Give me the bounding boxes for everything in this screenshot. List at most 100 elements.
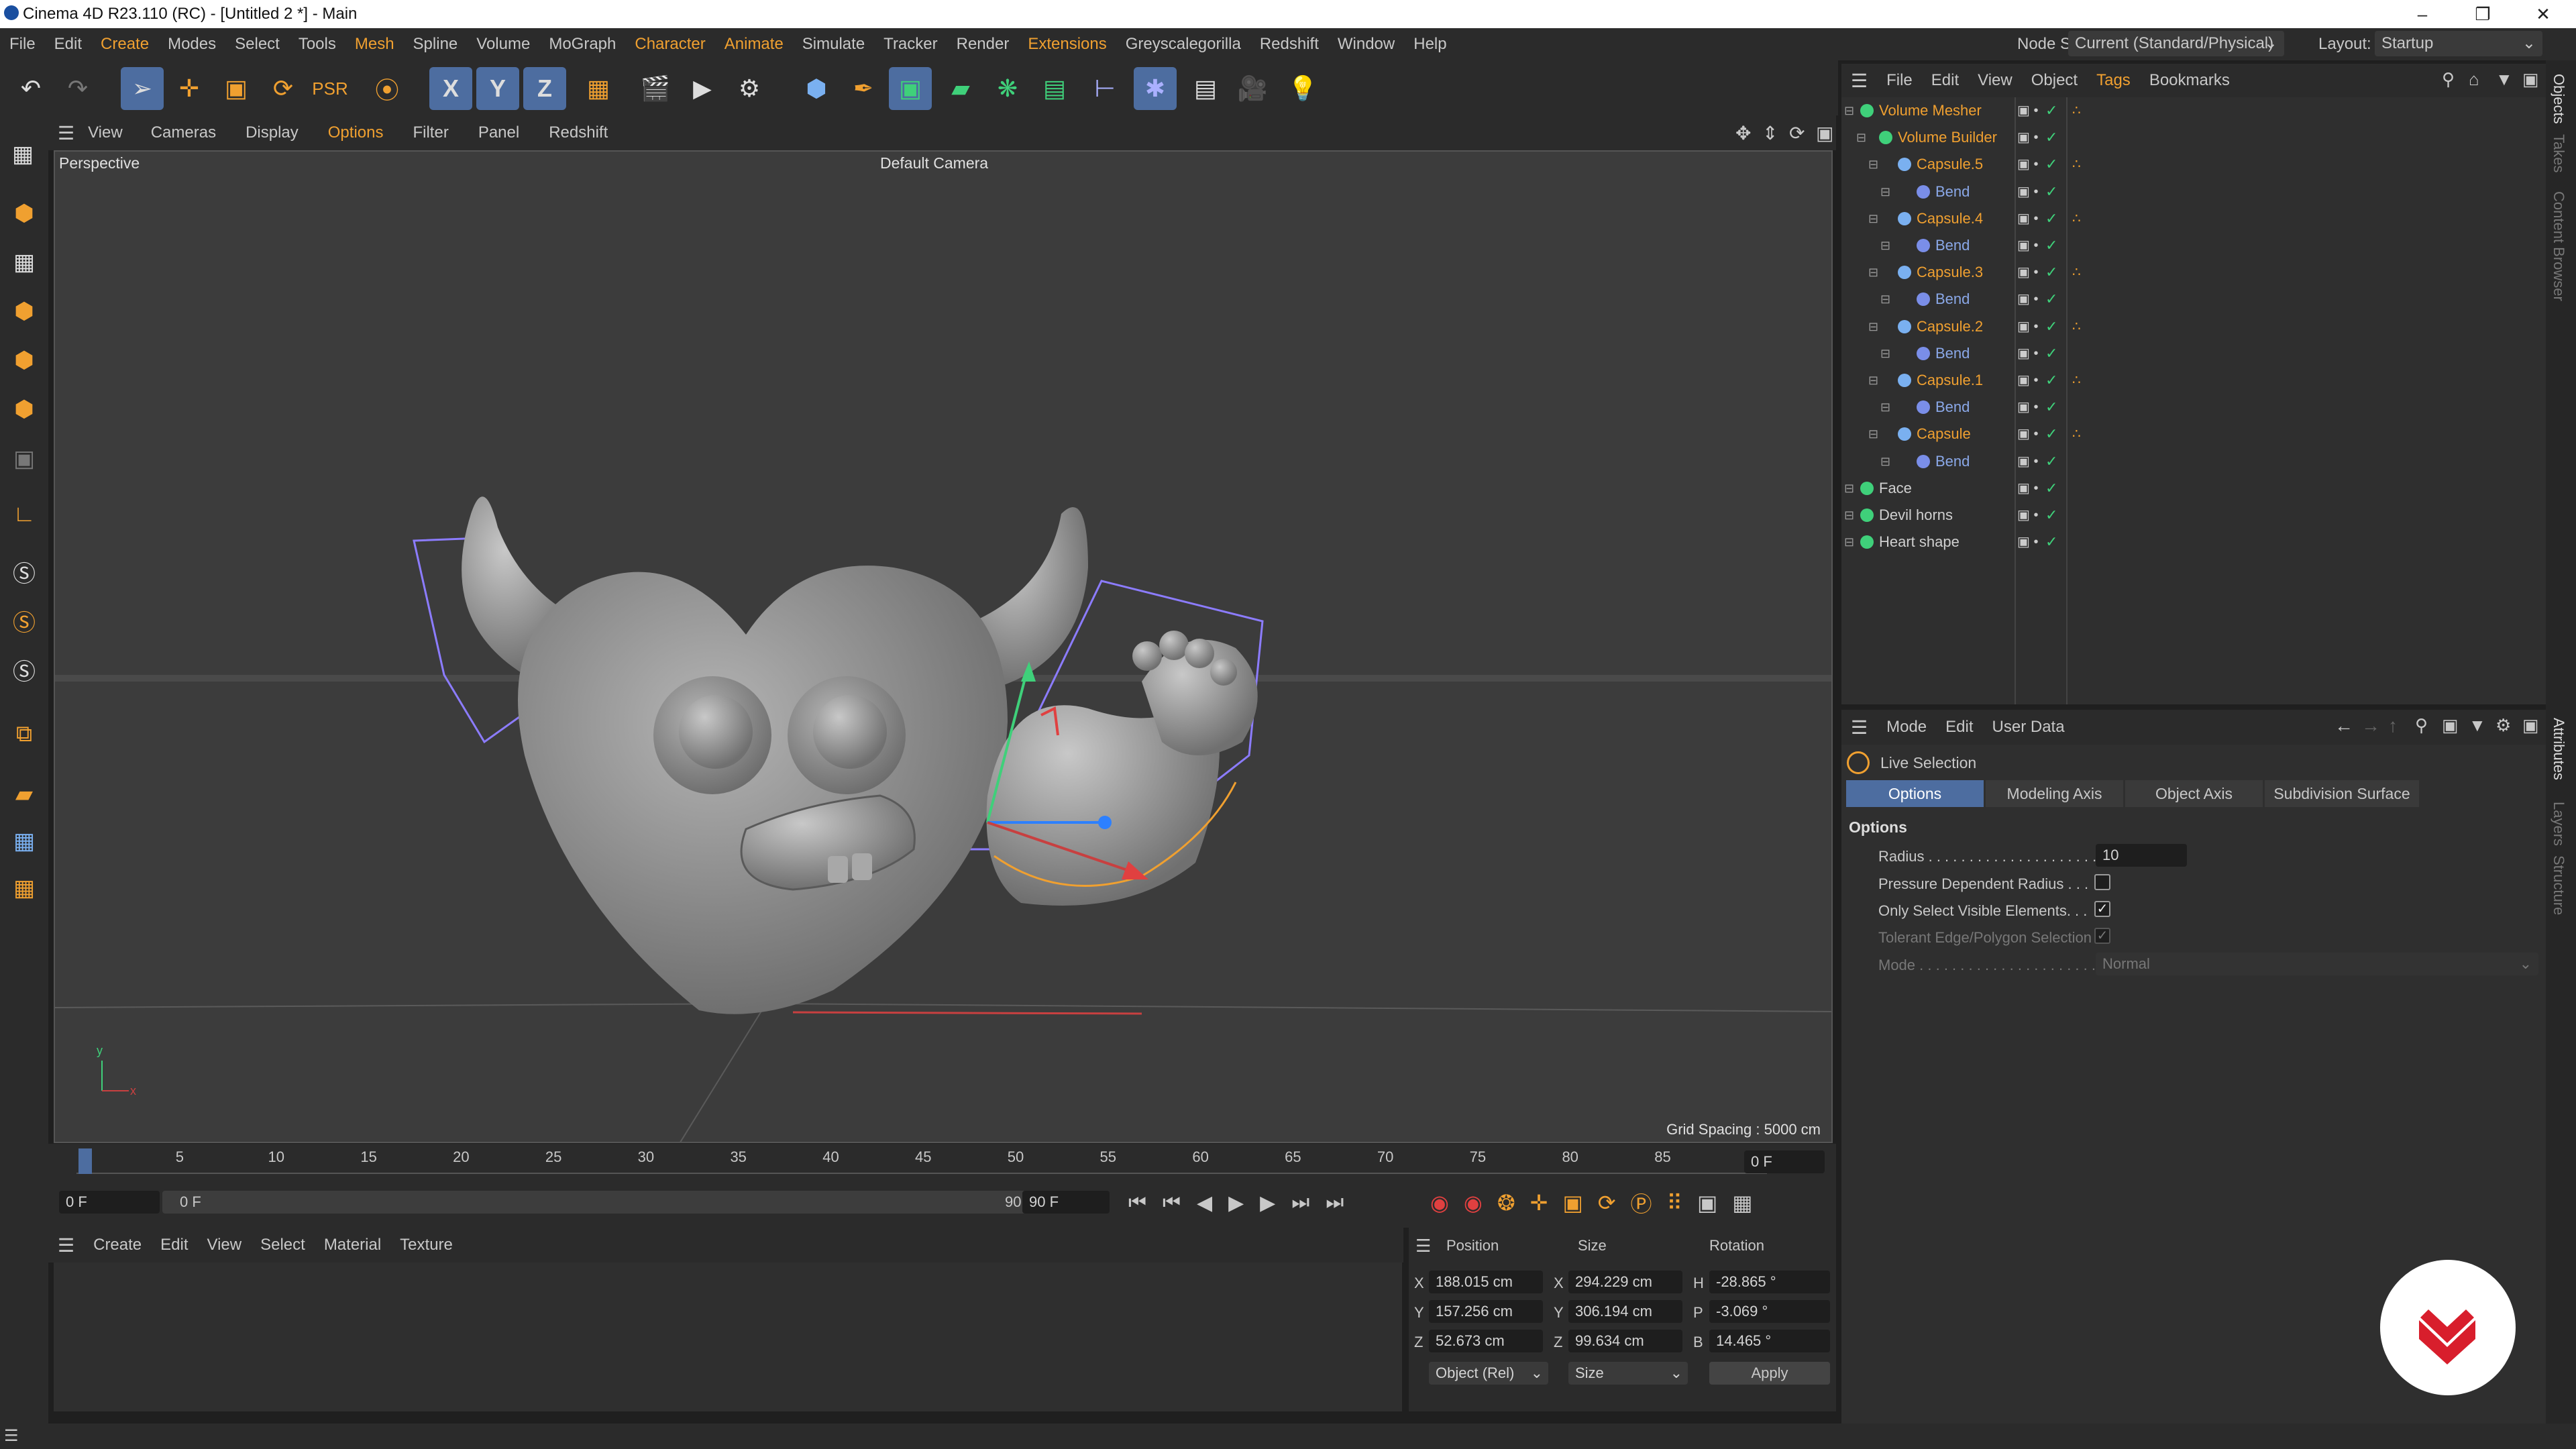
viewport-menu-filter[interactable]: Filter <box>398 115 463 150</box>
visibility-toggle-icon[interactable]: ▣ • <box>2017 232 2038 259</box>
deformer-icon[interactable]: ⊢ <box>1083 67 1126 110</box>
visibility-toggle-icon[interactable]: ▣ • <box>2017 205 2038 232</box>
side-tab-structure[interactable]: Structure <box>2550 855 2567 915</box>
snap-settings-icon[interactable]: Ⓢ <box>5 553 43 590</box>
enabled-check-icon[interactable]: ✓ <box>2045 286 2057 313</box>
settings-icon[interactable]: ⚙ <box>2496 715 2511 736</box>
side-tab-takes[interactable]: Takes <box>2550 134 2567 172</box>
filter-icon[interactable]: ▼ <box>2469 715 2486 736</box>
visibility-toggle-icon[interactable]: ▣ • <box>2017 448 2038 475</box>
visibility-toggle-icon[interactable]: ▣ • <box>2017 151 2038 178</box>
enabled-check-icon[interactable]: ✓ <box>2045 124 2057 151</box>
mograph-icon[interactable]: ▤ <box>1033 67 1076 110</box>
tab-object-axis[interactable]: Object Axis <box>2125 780 2263 807</box>
expand-toggle-icon[interactable]: ⊟ <box>1844 529 1854 555</box>
expand-toggle-icon[interactable]: ⊟ <box>1856 124 1866 151</box>
search-icon[interactable]: ⚲ <box>2415 715 2428 736</box>
visibility-toggle-icon[interactable]: ▣ • <box>2017 367 2038 394</box>
enabled-check-icon[interactable]: ✓ <box>2045 97 2057 124</box>
new-window-icon[interactable]: ▣ <box>2522 69 2539 90</box>
pan-view-icon[interactable]: ✥ <box>1735 122 1751 144</box>
move-icon[interactable]: ✛ <box>168 67 211 110</box>
attribute-menu-user-data[interactable]: User Data <box>1983 718 2074 737</box>
tab-subdivision-surface[interactable]: Subdivision Surface <box>2265 780 2419 807</box>
timeline-layout-icon[interactable]: ▦ <box>1732 1190 1752 1216</box>
key-scale-icon[interactable]: ▣ <box>1562 1190 1582 1216</box>
object-name[interactable]: Capsule.3 <box>1917 259 1983 286</box>
mode-select[interactable]: Normal ⌄ <box>2096 953 2538 975</box>
menu-file[interactable]: File <box>0 28 45 60</box>
object-row[interactable]: ⊟ Capsule ▣ • ✓ ∴ <box>1841 421 2546 447</box>
tag-icon[interactable]: ∴ <box>2072 367 2081 394</box>
object-row[interactable]: ⊟ Capsule.2 ▣ • ✓ ∴ <box>1841 313 2546 340</box>
key-position-icon[interactable]: ✛ <box>1530 1190 1548 1216</box>
previous-key-icon[interactable]: ⏮ <box>1163 1191 1181 1214</box>
go-to-end-icon[interactable]: ⏭ <box>1326 1191 1344 1214</box>
minimize-icon[interactable]: – <box>2392 0 2453 28</box>
menu-create[interactable]: Create <box>91 28 158 60</box>
3d-viewport[interactable]: Perspective Default Camera y x Grid Spac… <box>54 150 1833 1143</box>
uv-mode-icon[interactable]: ▣ <box>5 440 43 478</box>
size-y-field[interactable]: 306.194 cm <box>1568 1300 1682 1323</box>
side-tab-objects[interactable]: Objects <box>2550 74 2567 124</box>
timeline-ruler[interactable]: 051015202530354045505560657075808590 <box>76 1147 1767 1174</box>
layout-select[interactable]: Startup ⌄ <box>2375 31 2542 56</box>
object-name[interactable]: Bend <box>1935 340 1970 367</box>
menu-edit[interactable]: Edit <box>45 28 91 60</box>
expand-toggle-icon[interactable]: ⊟ <box>1880 448 1890 475</box>
object-row[interactable]: ⊟ Capsule.3 ▣ • ✓ ∴ <box>1841 259 2546 286</box>
object-name[interactable]: Devil horns <box>1879 502 1953 529</box>
snap-enable-icon[interactable]: Ⓢ <box>5 602 43 639</box>
enabled-check-icon[interactable]: ✓ <box>2045 178 2057 205</box>
visibility-toggle-icon[interactable]: ▣ • <box>2017 178 2038 205</box>
lock-icon[interactable]: ▣ <box>2442 715 2459 736</box>
enabled-check-icon[interactable]: ✓ <box>2045 367 2057 394</box>
z-axis-lock[interactable]: Z <box>523 67 566 110</box>
visibility-toggle-icon[interactable]: ▣ • <box>2017 259 2038 286</box>
menu-simulate[interactable]: Simulate <box>793 28 874 60</box>
pos-z-field[interactable]: 52.673 cm <box>1429 1330 1543 1352</box>
next-key-icon[interactable]: ⏭ <box>1291 1191 1309 1214</box>
up-arrow-icon[interactable]: ↑ <box>2388 715 2398 737</box>
home-icon[interactable]: ⌂ <box>2469 69 2479 90</box>
locked-workplane-icon[interactable]: ▦ <box>5 869 43 907</box>
keyframe-selection-icon[interactable]: ❂ <box>1497 1190 1515 1216</box>
enabled-check-icon[interactable]: ✓ <box>2045 232 2057 259</box>
start-frame-field[interactable]: 0 F <box>59 1191 160 1214</box>
object-row[interactable]: ⊟ Bend ▣ • ✓ <box>1841 178 2546 205</box>
object-name[interactable]: Face <box>1879 475 1912 502</box>
tag-icon[interactable]: ∴ <box>2072 313 2081 340</box>
rot-p-field[interactable]: -3.069 ° <box>1709 1300 1830 1323</box>
menu-tracker[interactable]: Tracker <box>874 28 947 60</box>
snap-icon[interactable]: ⦿ <box>366 67 409 110</box>
hamburger-icon[interactable]: ☰ <box>48 122 84 144</box>
object-name[interactable]: Capsule <box>1917 421 1971 447</box>
play-icon[interactable]: ▶ <box>1228 1191 1244 1215</box>
object-name[interactable]: Volume Mesher <box>1879 97 1982 124</box>
expand-toggle-icon[interactable]: ⊟ <box>1844 475 1854 502</box>
current-frame-field[interactable]: 0 F <box>1744 1150 1825 1173</box>
pressure-radius-checkbox[interactable] <box>2094 874 2110 890</box>
enabled-check-icon[interactable]: ✓ <box>2045 259 2057 286</box>
object-name[interactable]: Bend <box>1935 286 1970 313</box>
tag-icon[interactable]: ∴ <box>2072 97 2081 124</box>
hamburger-icon[interactable]: ☰ <box>48 1234 84 1256</box>
side-tab-attributes[interactable]: Attributes <box>2550 718 2567 780</box>
object-name[interactable]: Heart shape <box>1879 529 1960 555</box>
record-icon[interactable]: ◉ <box>1430 1190 1449 1216</box>
previous-frame-icon[interactable]: ◀ <box>1197 1191 1212 1215</box>
subdivision-icon[interactable]: ▣ <box>889 67 932 110</box>
object-row[interactable]: ⊟ Volume Mesher ▣ • ✓ ∴ <box>1841 97 2546 124</box>
hamburger-icon[interactable]: ☰ <box>1415 1236 1431 1256</box>
enabled-check-icon[interactable]: ✓ <box>2045 421 2057 447</box>
object-name[interactable]: Capsule.2 <box>1917 313 1983 340</box>
next-frame-icon[interactable]: ▶ <box>1260 1191 1275 1215</box>
tab-modeling-axis[interactable]: Modeling Axis <box>1986 780 2123 807</box>
hamburger-icon[interactable]: ☰ <box>1841 70 1877 92</box>
viewport-menu-cameras[interactable]: Cameras <box>136 115 231 150</box>
workplane-icon[interactable]: ▰ <box>5 775 43 813</box>
object-row[interactable]: ⊟ Bend ▣ • ✓ <box>1841 394 2546 421</box>
expand-toggle-icon[interactable]: ⊟ <box>1880 394 1890 421</box>
object-name[interactable]: Capsule.1 <box>1917 367 1983 394</box>
menu-modes[interactable]: Modes <box>158 28 225 60</box>
